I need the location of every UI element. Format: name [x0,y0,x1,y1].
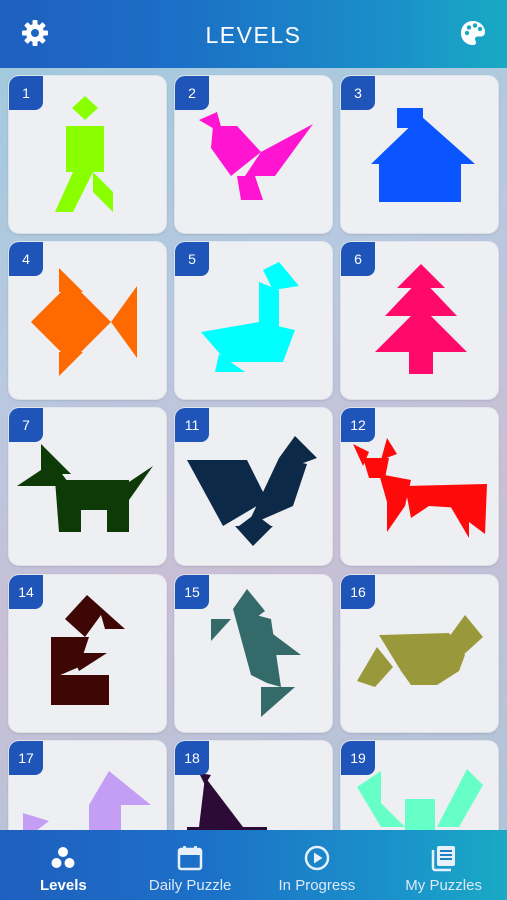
level-number-badge: 17 [9,741,43,775]
level-card[interactable]: 16 [341,575,498,732]
level-number-badge: 18 [175,741,209,775]
level-number-badge: 14 [9,575,43,609]
puzzle-shape [357,615,483,687]
tab-my-puzzles[interactable]: My Puzzles [380,830,507,900]
level-card[interactable]: 2 [175,76,332,233]
level-card[interactable]: 15 [175,575,332,732]
level-card[interactable]: 6 [341,242,498,399]
puzzle-shape [201,262,299,372]
page-title: LEVELS [205,21,302,48]
level-number-badge: 6 [341,242,375,276]
tab-levels[interactable]: Levels [0,830,127,900]
level-card[interactable]: 7 [9,408,166,565]
puzzle-shape [31,268,137,376]
puzzle-shape [353,438,487,538]
puzzle-shape [187,773,267,830]
level-card[interactable]: 3 [341,76,498,233]
puzzle-shape [23,771,151,830]
level-card[interactable]: 4 [9,242,166,399]
level-number-badge: 7 [9,408,43,442]
tab-label: My Puzzles [405,877,482,894]
level-card[interactable]: 11 [175,408,332,565]
tab-label: Daily Puzzle [148,877,232,894]
puzzle-shape [199,112,313,200]
level-card[interactable]: 14 [9,575,166,732]
level-number-badge: 19 [341,741,375,775]
puzzle-shape [211,589,301,717]
level-card[interactable]: 12 [341,408,498,565]
settings-button[interactable] [20,18,50,48]
three-dots-icon [51,847,75,868]
play-circle-icon [304,845,330,871]
puzzle-shape [371,108,475,202]
level-number-badge: 12 [341,408,375,442]
gear-icon [22,20,48,46]
theme-button[interactable] [458,18,488,48]
bottom-tab-bar: Levels Daily Puzzle In Progress My Puzzl… [0,830,507,900]
puzzle-shape [187,436,317,546]
level-card[interactable]: 19 [341,741,498,830]
tab-daily-puzzle[interactable]: Daily Puzzle [127,830,254,900]
level-number-badge: 16 [341,575,375,609]
puzzle-shape [375,264,467,374]
calendar-icon [177,846,203,871]
puzzle-shape [55,96,113,212]
level-card[interactable]: 5 [175,242,332,399]
palette-icon [461,21,485,45]
levels-grid: 1 2 3 4 5 6 7 11 12 14 15 16 17 18 19 [0,68,507,830]
level-number-badge: 5 [175,242,209,276]
level-number-badge: 3 [341,76,375,110]
tab-label: In Progress [278,877,356,894]
level-card[interactable]: 18 [175,741,332,830]
level-number-badge: 11 [175,408,209,442]
puzzle-shape [51,595,125,705]
level-number-badge: 4 [9,242,43,276]
tab-label: Levels [40,877,87,894]
header-bar: LEVELS [0,0,507,68]
level-number-badge: 1 [9,76,43,110]
level-number-badge: 2 [175,76,209,110]
level-card[interactable]: 17 [9,741,166,830]
puzzle-shape [17,444,153,532]
tab-in-progress[interactable]: In Progress [254,830,381,900]
puzzle-shape [357,769,483,830]
level-card[interactable]: 1 [9,76,166,233]
level-number-badge: 15 [175,575,209,609]
stacked-pages-icon [431,846,455,872]
